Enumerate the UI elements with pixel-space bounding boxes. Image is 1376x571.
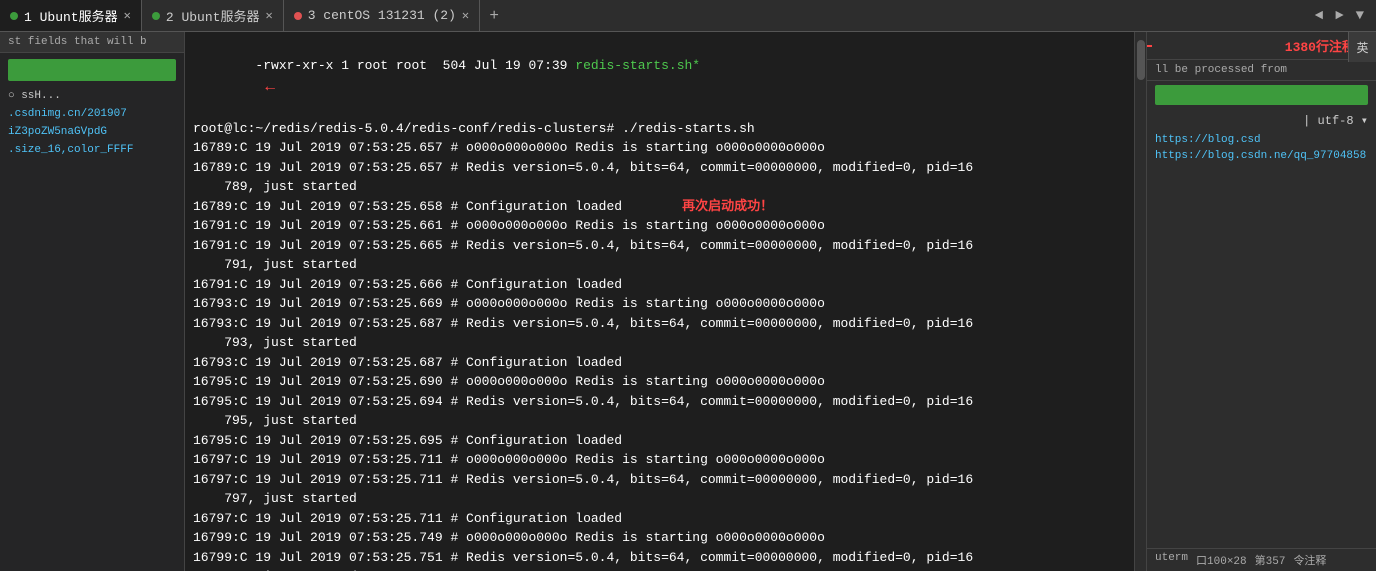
terminal-line-18: 16799:C 19 Jul 2019 07:53:25.749 # o000o…	[193, 528, 1126, 548]
right-link-2[interactable]: https://blog.csdn.ne/qq_97704858	[1147, 148, 1376, 164]
right-panel: 1380行注程掉 ll be processed from | utf-8 ▾ …	[1146, 32, 1376, 571]
annotation-arrow	[1146, 36, 1157, 56]
sidebar-item-1: .csdnimg.cn/201907	[0, 105, 184, 123]
status-size: 口100×28	[1196, 552, 1247, 568]
terminal-line-10: 16793:C 19 Jul 2019 07:53:25.687 # Redis…	[193, 314, 1126, 353]
left-sidebar: st fields that will b ○ ssH... .csdnimg.…	[0, 32, 185, 571]
tab-2-label: 2 Ubunt服务器	[166, 6, 260, 25]
tab-2[interactable]: 2 Ubunt服务器 ✕	[142, 0, 284, 31]
terminal-line-5: 16789:C 19 Jul 2019 07:53:25.658 # Confi…	[193, 197, 1126, 217]
tab-nav-down[interactable]: ▼	[1352, 6, 1368, 26]
arrow-right: ←	[265, 78, 275, 96]
right-note: ll be processed from	[1147, 60, 1376, 81]
status-term: uterm	[1155, 552, 1188, 568]
terminal-line-6: 16791:C 19 Jul 2019 07:53:25.661 # o000o…	[193, 216, 1126, 236]
right-annotation-area: 1380行注程掉	[1147, 32, 1376, 60]
line5-text: 16789:C 19 Jul 2019 07:53:25.658 # Confi…	[193, 197, 622, 217]
terminal-line-15: 16797:C 19 Jul 2019 07:53:25.711 # o000o…	[193, 450, 1126, 470]
tab-1-dot	[10, 12, 18, 20]
tab-nav-right[interactable]: ►	[1331, 6, 1347, 26]
terminal-line-16: 16797:C 19 Jul 2019 07:53:25.711 # Redis…	[193, 470, 1126, 509]
terminal-line-4: 16789:C 19 Jul 2019 07:53:25.657 # Redis…	[193, 158, 1126, 197]
status-col: 令注释	[1293, 552, 1326, 568]
lang-badge[interactable]: 英	[1348, 32, 1376, 62]
main-area: st fields that will b ○ ssH... .csdnimg.…	[0, 32, 1376, 571]
sidebar-item-3: .size_16,color_FFFF	[0, 141, 184, 159]
terminal-line-1: -rwxr-xr-x 1 root root 504 Jul 19 07:39 …	[193, 36, 1126, 119]
terminal-line-3: 16789:C 19 Jul 2019 07:53:25.657 # o000o…	[193, 138, 1126, 158]
right-utf-label: | utf-8 ▾	[1147, 109, 1376, 132]
right-green-bar	[1155, 85, 1368, 105]
terminal-line-11: 16793:C 19 Jul 2019 07:53:25.687 # Confi…	[193, 353, 1126, 373]
right-link-1[interactable]: https://blog.csd	[1147, 132, 1376, 148]
sidebar-label: st fields that will b	[0, 32, 184, 53]
tab-3-label: 3 centOS 131231 (2)	[308, 8, 456, 23]
line1-highlight: redis-starts.sh*	[575, 58, 700, 73]
tab-add-button[interactable]: +	[480, 2, 508, 30]
terminal-line-17: 16797:C 19 Jul 2019 07:53:25.711 # Confi…	[193, 509, 1126, 529]
tab-3[interactable]: 3 centOS 131231 (2) ✕	[284, 0, 480, 31]
tab-nav-left[interactable]: ◄	[1311, 6, 1327, 26]
terminal-line-12: 16795:C 19 Jul 2019 07:53:25.690 # o000o…	[193, 372, 1126, 392]
terminal-line-2: root@lc:~/redis/redis-5.0.4/redis-conf/r…	[193, 119, 1126, 139]
right-status-bar: uterm 口100×28 第357 令注释	[1147, 548, 1376, 571]
terminal-line-9: 16793:C 19 Jul 2019 07:53:25.669 # o000o…	[193, 294, 1126, 314]
terminal-scrollbar[interactable]	[1134, 32, 1146, 571]
terminal-line-8: 16791:C 19 Jul 2019 07:53:25.666 # Confi…	[193, 275, 1126, 295]
sidebar-item-2: iZ3poZW5naGVpdG	[0, 123, 184, 141]
restart-annotation: 再次启动成功！	[682, 197, 773, 217]
scrollbar-thumb[interactable]	[1137, 40, 1145, 80]
tab-3-dot	[294, 12, 302, 20]
line1-text: -rwxr-xr-x 1 root root 504 Jul 19 07:39	[255, 58, 575, 73]
terminal-line-19: 16799:C 19 Jul 2019 07:53:25.751 # Redis…	[193, 548, 1126, 571]
tab-nav-buttons: ◄ ► ▼	[1311, 6, 1376, 26]
status-line: 第357	[1255, 552, 1286, 568]
terminal-line-13: 16795:C 19 Jul 2019 07:53:25.694 # Redis…	[193, 392, 1126, 431]
tab-1-close[interactable]: ✕	[124, 8, 131, 23]
terminal-content: -rwxr-xr-x 1 root root 504 Jul 19 07:39 …	[185, 32, 1134, 571]
terminal-line-7: 16791:C 19 Jul 2019 07:53:25.665 # Redis…	[193, 236, 1126, 275]
tab-1[interactable]: 1 Ubunt服务器 ✕	[0, 0, 142, 31]
terminal-area[interactable]: -rwxr-xr-x 1 root root 504 Jul 19 07:39 …	[185, 32, 1134, 571]
sidebar-green-bar	[8, 59, 176, 81]
sidebar-ssh-label: ○ ssH...	[0, 87, 184, 105]
tab-bar: 1 Ubunt服务器 ✕ 2 Ubunt服务器 ✕ 3 centOS 13123…	[0, 0, 1376, 32]
tab-2-close[interactable]: ✕	[265, 8, 272, 23]
tab-3-close[interactable]: ✕	[462, 8, 469, 23]
tab-2-dot	[152, 12, 160, 20]
tab-1-label: 1 Ubunt服务器	[24, 6, 118, 25]
terminal-line-14: 16795:C 19 Jul 2019 07:53:25.695 # Confi…	[193, 431, 1126, 451]
